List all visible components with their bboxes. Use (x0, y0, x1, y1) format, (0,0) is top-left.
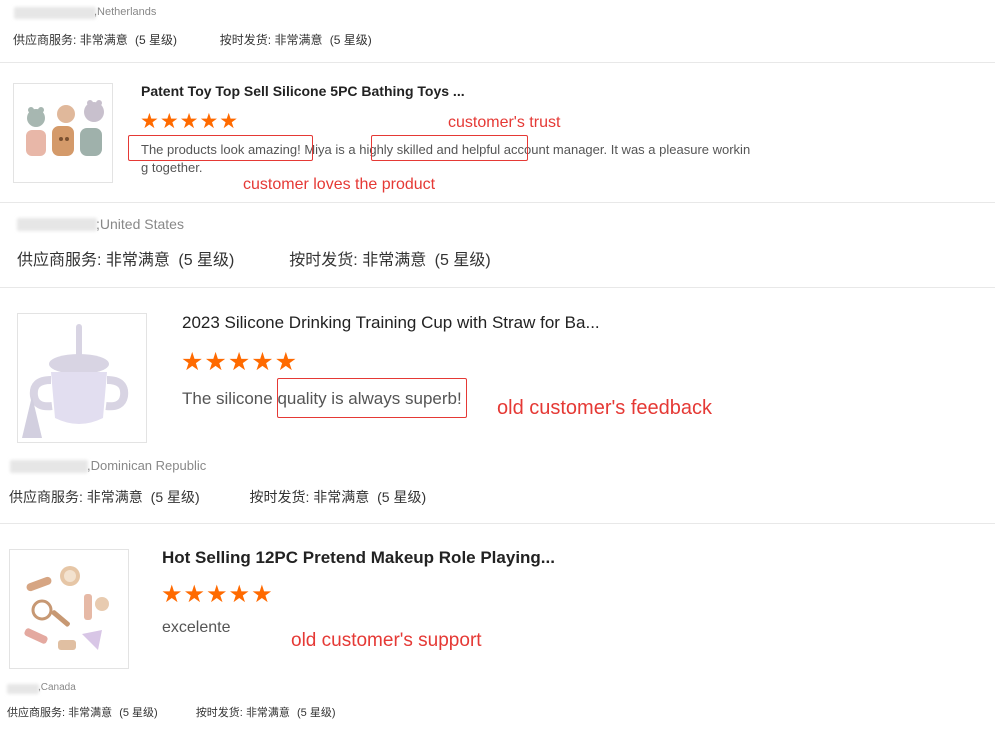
supplier-service-stars: (5 星级) (150, 489, 200, 505)
ontime-stars: (5 星级) (377, 489, 427, 505)
buyer-country: ;United States (96, 216, 184, 232)
highlight-box (277, 378, 467, 418)
ontime-value: 非常满意 (245, 707, 290, 719)
annotation-customer-trust: customer's trust (448, 114, 561, 131)
blurred-buyer-name (7, 684, 39, 694)
highlight-box (128, 135, 313, 161)
product-thumbnail[interactable] (17, 313, 147, 443)
star-rating: ★★★★★ (181, 348, 299, 376)
ontime-value: 非常满意 (313, 489, 370, 505)
supplier-service-value: 非常满意 (105, 252, 170, 269)
rating-row: 供应商服务: 非常满意 (5 星级) 按时发货: 非常满意 (5 星级) (9, 487, 426, 507)
product-thumbnail[interactable] (9, 549, 129, 669)
training-cup-image-icon (22, 324, 129, 438)
divider (0, 202, 995, 203)
rating-row: 供应商服务: 非常满意 (5 星级) 按时发货: 非常满意 (5 星级) (13, 31, 372, 48)
ontime-value: 非常满意 (274, 33, 323, 47)
product-thumbnail[interactable] (13, 83, 113, 183)
annotation-customer-loves-product: customer loves the product (243, 176, 436, 193)
ontime-value: 非常满意 (362, 252, 427, 269)
annotation-old-customer-support: old customer's support (291, 630, 482, 651)
divider (0, 62, 995, 63)
rating-row: 供应商服务: 非常满意 (5 星级) 按时发货: 非常满意 (5 星级) (17, 246, 491, 270)
blurred-buyer-name (14, 7, 96, 19)
ontime-stars: (5 星级) (297, 707, 336, 719)
star-rating: ★★★★★ (140, 110, 240, 133)
makeup-toys-image-icon (24, 566, 109, 650)
buyer-country: ,Netherlands (94, 6, 157, 18)
supplier-service-label: 供应商服务: (7, 707, 66, 719)
annotation-old-customer-feedback: old customer's feedback (497, 397, 713, 419)
supplier-service-value: 非常满意 (79, 33, 128, 47)
blurred-buyer-name (10, 460, 88, 473)
ontime-label: 按时发货: (195, 707, 243, 719)
supplier-service-stars: (5 星级) (178, 252, 235, 269)
ontime-label: 按时发货: (249, 489, 310, 505)
review-text: excelente (162, 619, 231, 636)
ontime-stars: (5 星级) (434, 252, 491, 269)
divider (0, 523, 995, 524)
supplier-service-label: 供应商服务: (17, 252, 102, 269)
product-title[interactable]: Patent Toy Top Sell Silicone 5PC Bathing… (141, 83, 465, 99)
supplier-service-stars: (5 星级) (135, 33, 178, 47)
highlight-box (371, 135, 528, 161)
ontime-label: 按时发货: (219, 33, 272, 47)
buyer-country: ,Canada (38, 682, 76, 693)
supplier-service-label: 供应商服务: (13, 33, 77, 47)
divider (0, 287, 995, 288)
ontime-stars: (5 星级) (329, 33, 372, 47)
supplier-service-label: 供应商服务: (9, 489, 83, 505)
product-title[interactable]: Hot Selling 12PC Pretend Makeup Role Pla… (162, 548, 555, 568)
bath-toys-image-icon (26, 100, 104, 156)
product-title[interactable]: 2023 Silicone Drinking Training Cup with… (182, 313, 600, 333)
rating-row: 供应商服务: 非常满意 (5 星级) 按时发货: 非常满意 (5 星级) (7, 704, 336, 720)
blurred-buyer-name (17, 218, 97, 231)
ontime-label: 按时发货: (289, 252, 358, 269)
supplier-service-stars: (5 星级) (119, 707, 158, 719)
supplier-service-value: 非常满意 (86, 489, 143, 505)
buyer-country: ,Dominican Republic (87, 458, 207, 473)
star-rating: ★★★★★ (161, 581, 274, 608)
supplier-service-value: 非常满意 (68, 707, 113, 719)
